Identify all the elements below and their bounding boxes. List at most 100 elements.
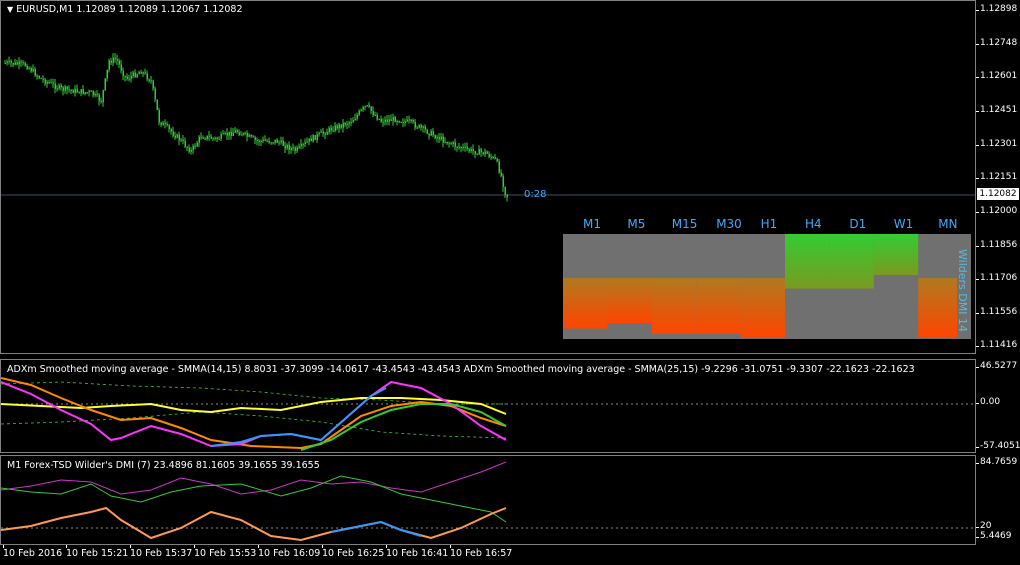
candle-body xyxy=(344,123,346,125)
candle-body xyxy=(374,115,376,117)
mtf-panel: M1 M5 M15 M30 H1 H4 D1 W1 MN Wilders DMI 14 xyxy=(563,213,973,341)
candle-body xyxy=(72,90,74,93)
candle-body xyxy=(316,134,318,140)
tf-bar-bear xyxy=(607,278,653,324)
timeframe-bars xyxy=(563,234,971,339)
candle-body xyxy=(260,140,262,143)
candle-body xyxy=(480,149,482,153)
time-axis-tick xyxy=(450,545,451,548)
candle-body xyxy=(340,124,342,128)
candle-body xyxy=(194,145,196,147)
panel-label: Wilders DMI 14 xyxy=(956,249,969,332)
candle-body xyxy=(160,122,162,126)
candle-body xyxy=(462,147,464,149)
candle-body xyxy=(494,157,496,159)
candle-body xyxy=(144,72,146,74)
current-price-tag: 1.12082 xyxy=(977,188,1019,200)
candle-body xyxy=(110,60,112,63)
candle-body xyxy=(54,83,56,89)
candle-body xyxy=(234,130,236,133)
candle-body xyxy=(370,106,372,112)
candle-body xyxy=(432,131,434,136)
candle-body xyxy=(434,135,436,139)
candle-body xyxy=(120,64,122,71)
candle-body xyxy=(418,125,420,128)
candle-body xyxy=(336,125,338,129)
dropdown-triangle-icon[interactable]: ▼ xyxy=(7,5,13,14)
time-axis-tick xyxy=(130,545,131,548)
candle-body xyxy=(378,118,380,120)
time-axis-label: 10 Feb 16:41 xyxy=(386,548,449,559)
time-axis-tick xyxy=(3,545,4,548)
candle-body xyxy=(436,136,438,139)
candle-body xyxy=(362,107,364,110)
candle-body xyxy=(270,142,272,144)
time-axis-label: 10 Feb 16:25 xyxy=(322,548,385,559)
candle-body xyxy=(210,136,212,139)
scale-tick-label: 1.12151 xyxy=(980,172,1018,182)
candle-body xyxy=(348,122,350,124)
candle-body xyxy=(6,61,8,63)
candle-body xyxy=(338,124,340,129)
main-price-scale[interactable]: 1.12898 1.12748 1.12601 1.12451 1.12301 1.121… xyxy=(976,0,1020,354)
candle-body xyxy=(140,72,142,74)
candle-body xyxy=(250,135,252,137)
candle-body xyxy=(450,143,452,145)
candle-body xyxy=(154,88,156,100)
candle-body xyxy=(294,147,296,152)
candle-body xyxy=(104,78,106,91)
candle-body xyxy=(308,138,310,142)
candle-body xyxy=(396,120,398,123)
candle-body xyxy=(184,140,186,147)
scale-tick-label: -57.4051 xyxy=(980,441,1020,451)
candle-body xyxy=(386,119,388,122)
candle-body xyxy=(208,135,210,137)
candle-body xyxy=(452,142,454,145)
candle-body xyxy=(366,105,368,107)
adxm-indicator-pane[interactable]: ADXm Smoothed moving average - SMMA(14,1… xyxy=(0,359,976,453)
candle-body xyxy=(382,121,384,123)
tf-bar-bear xyxy=(740,278,786,338)
candle-body xyxy=(88,91,90,93)
candle-body xyxy=(466,146,468,150)
candle-body xyxy=(290,147,292,150)
scale-tick-label: 1.12748 xyxy=(980,38,1018,48)
candle-body xyxy=(280,140,282,143)
candle-body xyxy=(238,132,240,136)
candle-body xyxy=(500,172,502,176)
candle-body xyxy=(116,59,118,61)
tf-bar-bear xyxy=(696,278,742,334)
candle-body xyxy=(330,127,332,131)
main-chart-pane[interactable]: ▼ EURUSD,M1 1.12089 1.12089 1.12067 1.12… xyxy=(0,0,976,354)
candle-body xyxy=(102,90,104,103)
candle-body xyxy=(108,60,110,70)
candle-body xyxy=(486,151,488,154)
candle-body xyxy=(248,135,250,137)
tf-bar-bull xyxy=(785,234,830,289)
candle-body xyxy=(314,135,316,140)
candle-body xyxy=(130,75,132,79)
adxm-scale[interactable]: 46.5277 0.00 -57.4051 xyxy=(976,359,1020,453)
candle-body xyxy=(422,126,424,128)
candle-body xyxy=(10,60,12,64)
candle-body xyxy=(310,138,312,142)
dmi-adx-rising xyxy=(330,520,422,537)
adxm-title: ADXm Smoothed moving average - SMMA(14,1… xyxy=(7,364,915,375)
dmi-scale[interactable]: 84.7659 20 5.4469 xyxy=(976,455,1020,545)
candle-body xyxy=(402,122,404,124)
scale-tick-label: 0.00 xyxy=(980,397,1001,407)
dmi-indicator-pane[interactable]: M1 Forex-TSD Wilder's DMI (7) 23.4896 81… xyxy=(0,455,976,545)
candle-body xyxy=(446,141,448,144)
time-axis-label: 10 Feb 15:37 xyxy=(130,548,193,559)
candle-body xyxy=(156,99,158,110)
candle-body xyxy=(64,86,66,91)
candle-body xyxy=(358,110,360,115)
candle-body xyxy=(96,93,98,95)
scale-tick-label: 5.4469 xyxy=(980,531,1012,541)
candle-body xyxy=(264,139,266,141)
scale-tick-label: 1.11416 xyxy=(980,340,1018,350)
candle-body xyxy=(192,145,194,151)
candle-body xyxy=(392,116,394,121)
time-axis-tick xyxy=(386,545,387,548)
candle-body xyxy=(40,78,42,80)
